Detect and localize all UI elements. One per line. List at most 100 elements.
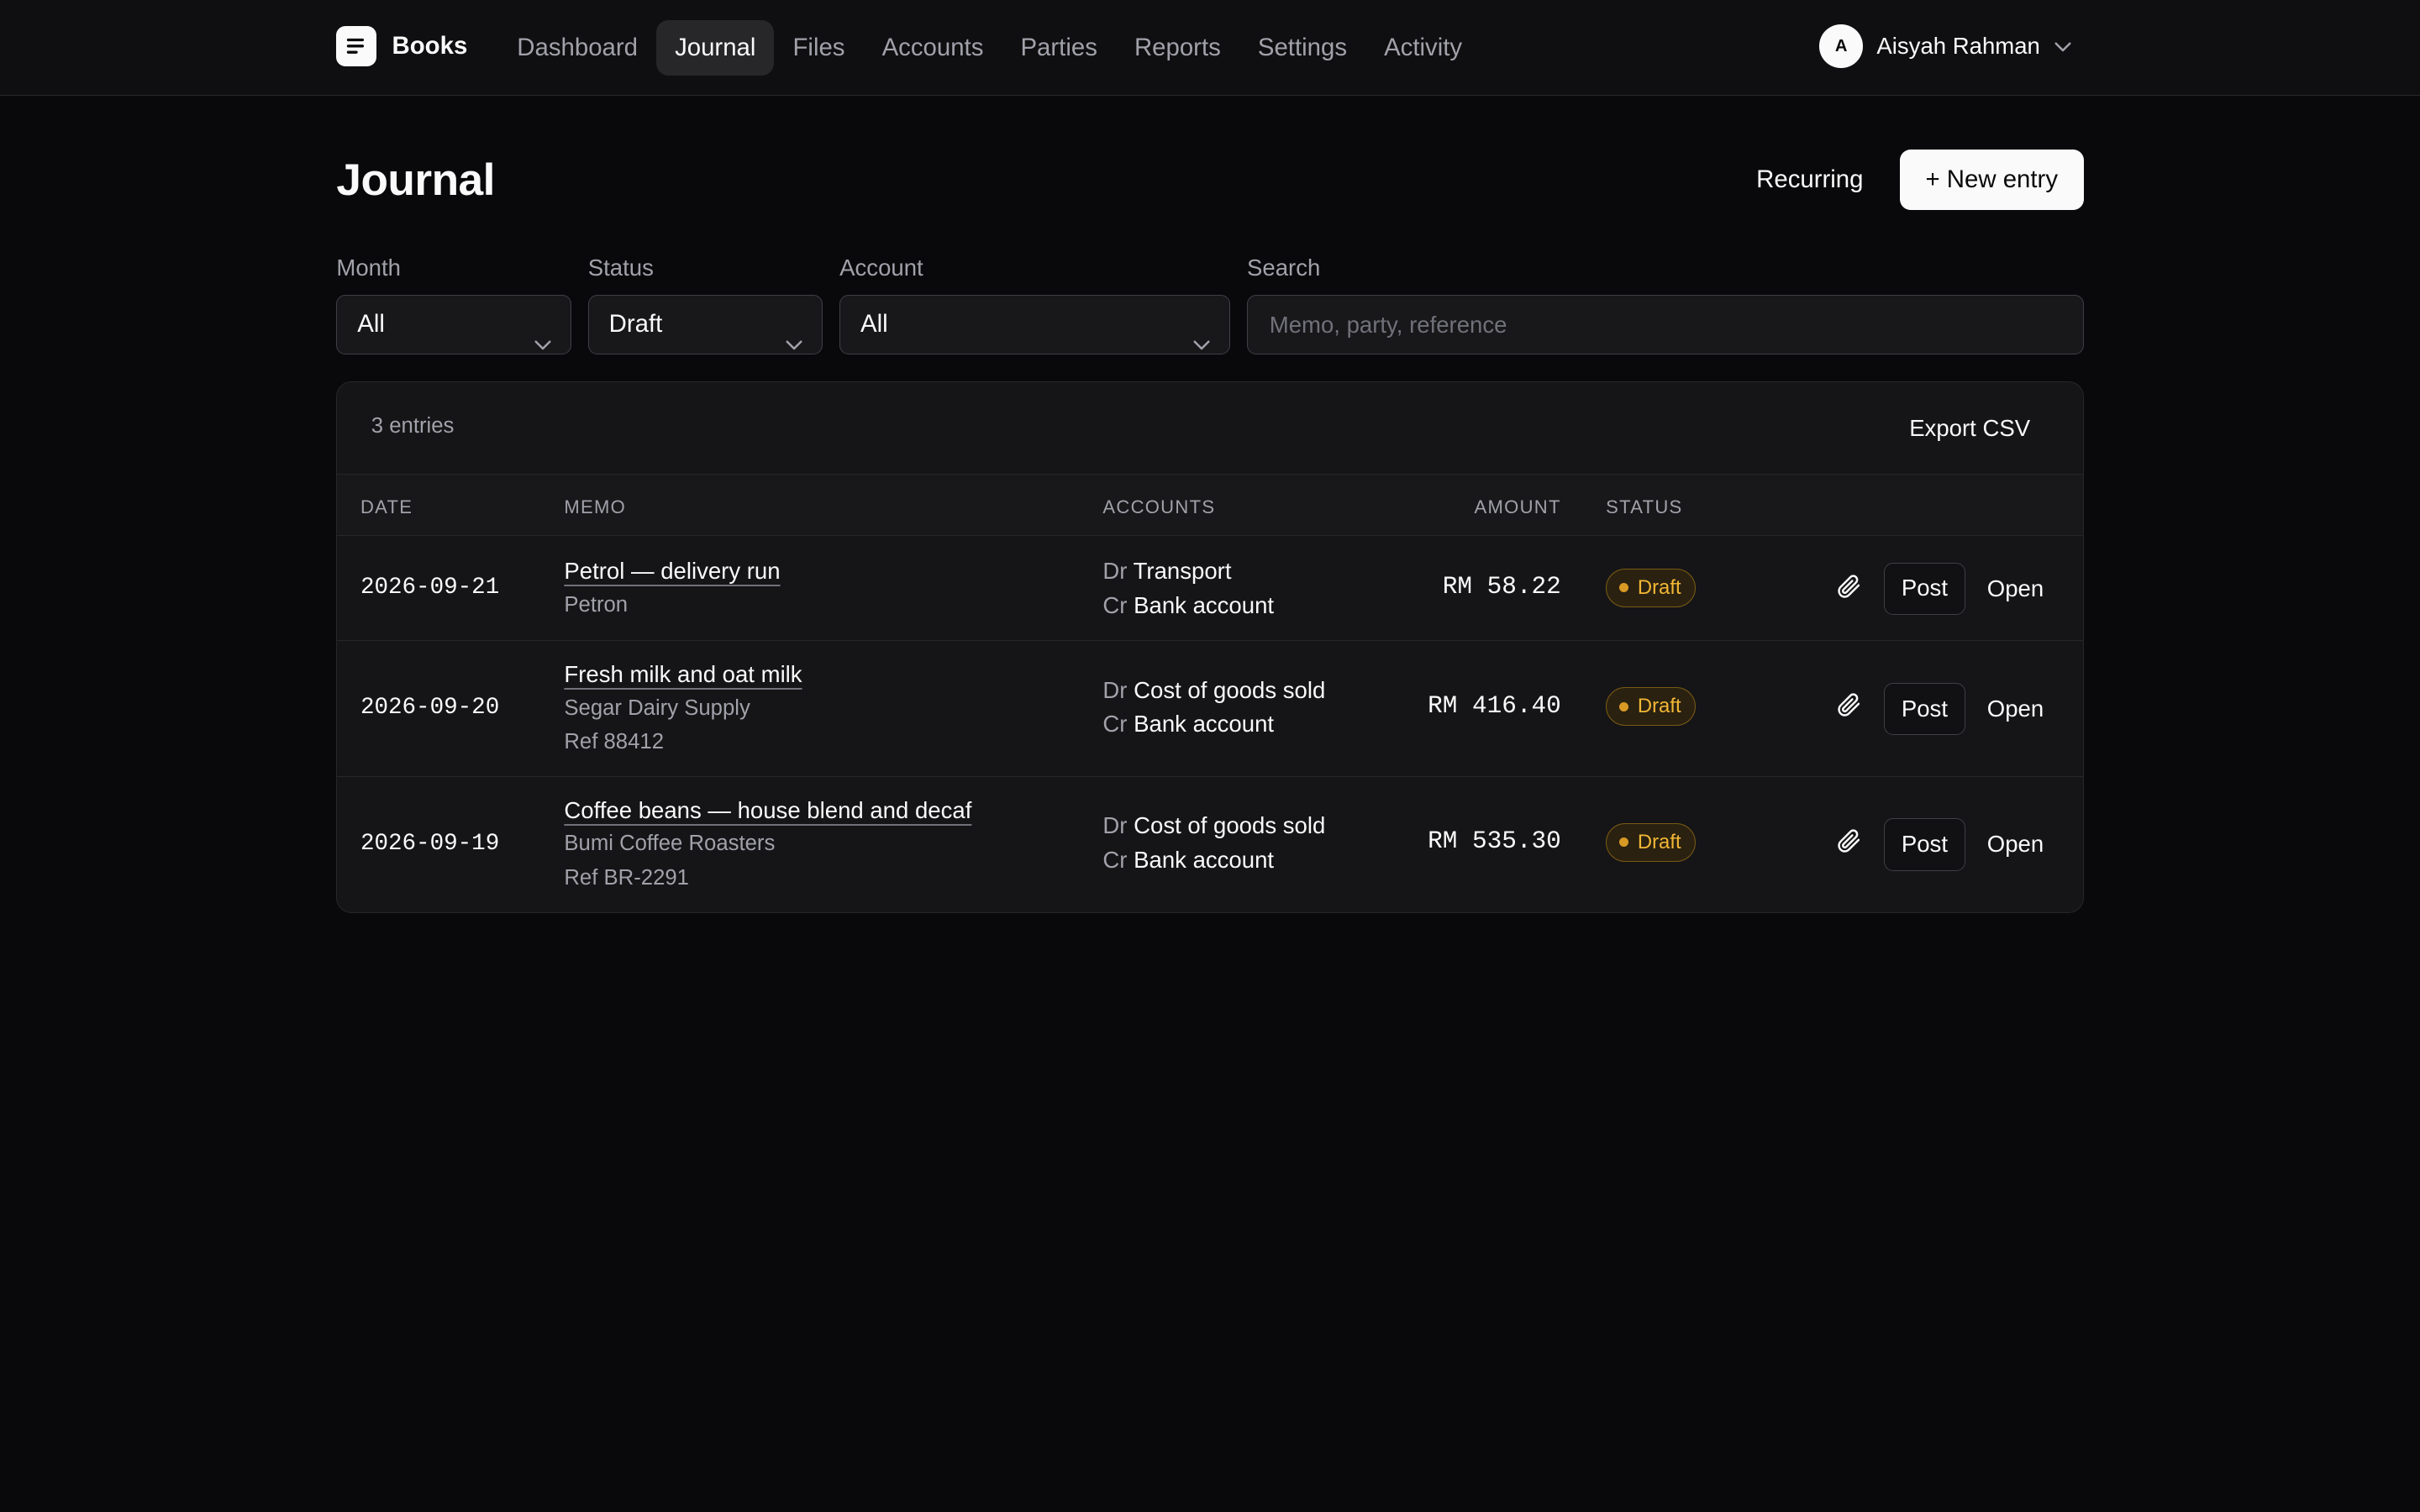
nav-item-dashboard[interactable]: Dashboard xyxy=(498,20,656,76)
nav-item-settings[interactable]: Settings xyxy=(1239,20,1365,76)
row-party: Petron xyxy=(564,592,629,617)
new-entry-button[interactable]: + New entry xyxy=(1899,150,2084,210)
memo-link[interactable]: Fresh milk and oat milk xyxy=(564,659,802,690)
table-row[interactable]: 2026-09-21 Petrol — delivery run Petron … xyxy=(337,536,2083,642)
search-filter-label: Search xyxy=(1247,255,1321,281)
row-amount: RM 535.30 xyxy=(1428,827,1561,856)
row-accounts: Dr Cost of goods sold Cr Bank account xyxy=(1102,674,1325,742)
row-date: 2026-09-19 xyxy=(360,831,500,858)
status-badge: Draft xyxy=(1606,822,1697,862)
row-reference: Ref BR-2291 xyxy=(564,865,689,890)
post-button[interactable]: Post xyxy=(1883,818,1966,871)
account-filter-label: Account xyxy=(839,255,923,281)
brand-name: Books xyxy=(392,32,468,60)
month-filter: Month All xyxy=(336,253,571,355)
table-row[interactable]: 2026-09-20 Fresh milk and oat milk Segar… xyxy=(337,641,2083,777)
debit-prefix: Dr xyxy=(1102,558,1128,585)
table-row[interactable]: 2026-09-19 Coffee beans — house blend an… xyxy=(337,777,2082,913)
row-amount: RM 416.40 xyxy=(1428,691,1561,720)
status-dot xyxy=(1618,583,1628,593)
paperclip-icon[interactable] xyxy=(1834,827,1862,854)
paperclip-icon[interactable] xyxy=(1834,572,1862,600)
nav-item-files[interactable]: Files xyxy=(774,20,863,76)
column-header-date[interactable]: DATE xyxy=(360,496,413,518)
status-dot xyxy=(1618,837,1628,848)
status-badge-label: Draft xyxy=(1637,830,1681,853)
debit-prefix: Dr xyxy=(1102,812,1128,839)
main-nav: Dashboard Journal Files Accounts Parties… xyxy=(498,19,1481,76)
top-nav-bar: Books Dashboard Journal Files Accounts P… xyxy=(0,0,2420,96)
paperclip-icon[interactable] xyxy=(1834,690,1862,718)
table-header: DATE MEMO ACCOUNTS AMOUNT STATUS xyxy=(337,474,2083,537)
credit-account: Bank account xyxy=(1134,711,1275,738)
row-date: 2026-09-21 xyxy=(360,575,500,601)
chevron-down-icon xyxy=(1192,316,1211,373)
post-button[interactable]: Post xyxy=(1883,682,1966,736)
status-badge: Draft xyxy=(1606,568,1697,607)
column-header-status[interactable]: STATUS xyxy=(1606,496,1682,518)
row-reference: Ref 88412 xyxy=(564,730,664,754)
month-select[interactable]: All xyxy=(336,294,571,355)
column-header-memo[interactable]: MEMO xyxy=(564,496,626,518)
user-name: Aisyah Rahman xyxy=(1876,33,2040,60)
chevron-down-icon xyxy=(785,316,803,373)
memo-link[interactable]: Petrol — delivery run xyxy=(564,556,780,587)
status-badge: Draft xyxy=(1606,687,1697,727)
credit-prefix: Cr xyxy=(1102,711,1128,738)
row-memo: Coffee beans — house blend and decaf Bum… xyxy=(564,795,971,895)
chevron-down-icon xyxy=(534,316,552,373)
open-button[interactable]: Open xyxy=(1976,818,2054,870)
month-filter-label: Month xyxy=(336,255,401,281)
column-header-amount[interactable]: AMOUNT xyxy=(1475,496,1561,518)
account-select[interactable]: All xyxy=(839,294,1230,355)
credit-prefix: Cr xyxy=(1102,846,1128,873)
journal-table-card: 3 entries Export CSV DATE MEMO ACCOUNTS … xyxy=(336,381,2084,914)
row-accounts: Dr Transport Cr Bank account xyxy=(1102,554,1274,622)
search-input[interactable] xyxy=(1247,294,2084,355)
debit-prefix: Dr xyxy=(1102,676,1128,703)
status-badge-label: Draft xyxy=(1637,575,1681,599)
nav-item-accounts[interactable]: Accounts xyxy=(864,20,1002,76)
nav-item-parties[interactable]: Parties xyxy=(1002,20,1116,76)
status-badge-label: Draft xyxy=(1637,695,1681,718)
account-filter: Account All xyxy=(839,253,1230,355)
app-root: Books Dashboard Journal Files Accounts P… xyxy=(0,0,2420,1512)
export-csv-button[interactable]: Export CSV xyxy=(1887,402,2051,454)
credit-prefix: Cr xyxy=(1102,591,1128,618)
table-toolbar: 3 entries Export CSV xyxy=(337,382,2083,475)
month-select-value: All xyxy=(357,309,385,338)
document-lines-icon xyxy=(336,26,377,66)
open-button[interactable]: Open xyxy=(1976,683,2054,735)
recurring-button[interactable]: Recurring xyxy=(1734,150,1885,210)
memo-link[interactable]: Coffee beans — house blend and decaf xyxy=(564,795,971,827)
nav-item-reports[interactable]: Reports xyxy=(1116,20,1239,76)
entries-count: 3 entries xyxy=(371,414,455,438)
credit-account: Bank account xyxy=(1134,591,1275,618)
open-button[interactable]: Open xyxy=(1976,563,2054,615)
brand[interactable]: Books xyxy=(336,26,467,66)
status-filter-label: Status xyxy=(587,255,654,281)
account-select-value: All xyxy=(860,309,888,338)
status-select[interactable]: Draft xyxy=(587,294,823,355)
row-amount: RM 58.22 xyxy=(1442,573,1561,601)
nav-item-activity[interactable]: Activity xyxy=(1365,20,1481,76)
avatar: A xyxy=(1819,24,1863,68)
nav-item-journal[interactable]: Journal xyxy=(656,19,775,76)
row-party: Bumi Coffee Roasters xyxy=(564,832,776,856)
search-filter: Search xyxy=(1247,253,2084,355)
status-dot xyxy=(1618,701,1628,711)
credit-account: Bank account xyxy=(1134,846,1275,873)
debit-account: Cost of goods sold xyxy=(1134,812,1326,839)
status-filter: Status Draft xyxy=(587,253,823,355)
page-title: Journal xyxy=(336,155,495,205)
chevron-down-icon xyxy=(2054,32,2072,60)
user-menu[interactable]: A Aisyah Rahman xyxy=(1819,24,2072,68)
column-header-accounts[interactable]: ACCOUNTS xyxy=(1102,496,1215,518)
debit-account: Cost of goods sold xyxy=(1134,676,1326,703)
post-button[interactable]: Post xyxy=(1883,562,1966,615)
debit-account: Transport xyxy=(1133,558,1232,585)
status-select-value: Draft xyxy=(608,309,663,338)
row-accounts: Dr Cost of goods sold Cr Bank account xyxy=(1102,809,1325,877)
row-memo: Petrol — delivery run Petron xyxy=(564,556,780,621)
row-memo: Fresh milk and oat milk Segar Dairy Supp… xyxy=(564,659,802,759)
